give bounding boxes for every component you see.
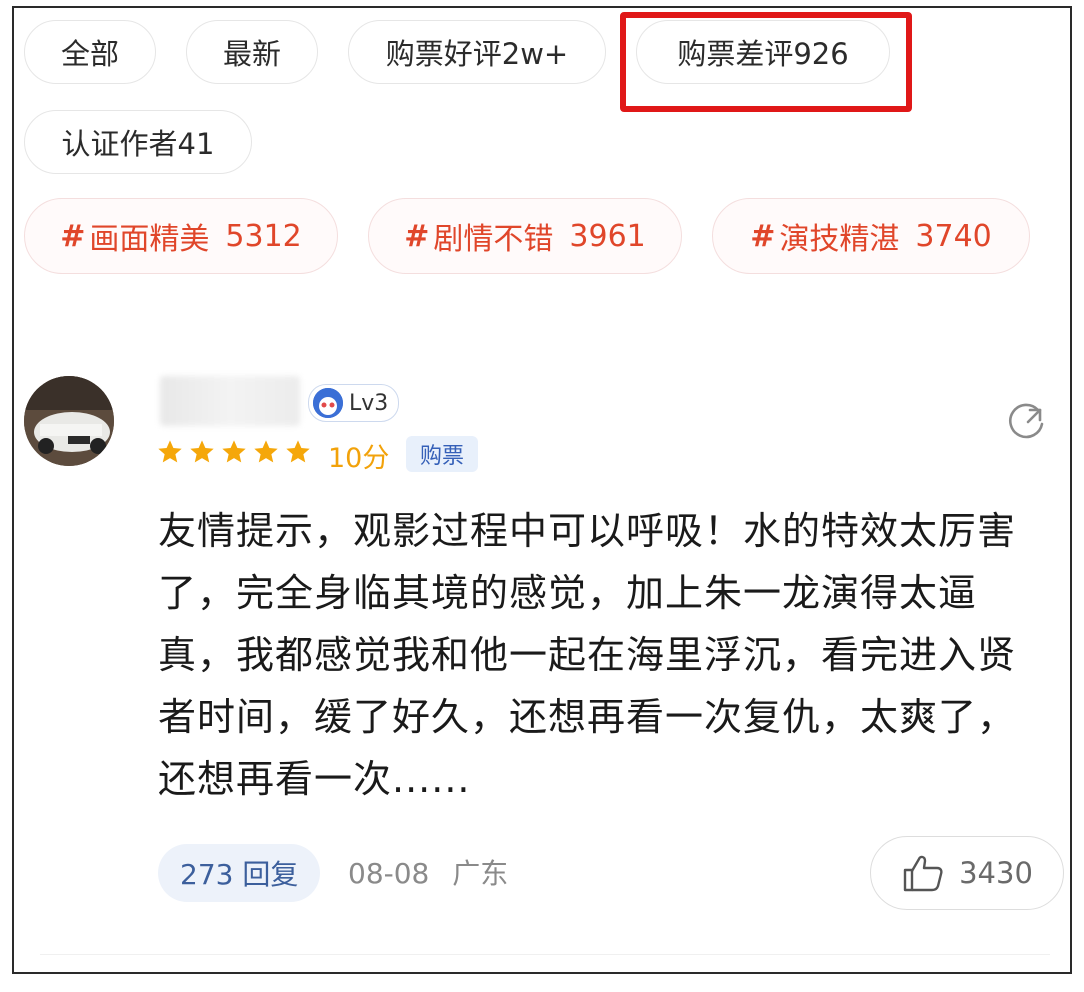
thumbs-up-icon: [903, 855, 943, 892]
review-meta: 08-08 广东: [348, 852, 508, 892]
star-icon: [158, 440, 182, 463]
filter-good-reviews-label: 购票好评2w+: [385, 37, 569, 71]
level-badge: Lv3: [308, 384, 400, 422]
level-face-icon: [313, 388, 343, 418]
level-text: Lv3: [349, 390, 389, 416]
purchase-badge-label: 购票: [420, 444, 465, 469]
star-icon: [190, 440, 214, 463]
review-text: 友情提示，观影过程中可以呼吸！水的特效太厉害了，完全身临其境的感觉，加上朱一龙演…: [158, 509, 1017, 801]
avatar[interactable]: [24, 376, 114, 466]
star-rating: [156, 438, 312, 466]
divider: [40, 954, 1050, 955]
reply-button[interactable]: 273 回复: [158, 844, 321, 902]
like-button[interactable]: 3430: [870, 836, 1064, 910]
like-count: 3430: [959, 856, 1033, 890]
star-icon: [286, 440, 310, 463]
score: 10分: [328, 443, 390, 474]
tag-visuals[interactable]: # 画面精美 5312: [24, 198, 338, 274]
username-blurred: [160, 376, 300, 426]
highlight-box: [620, 12, 912, 112]
tag-label: 画面精美: [89, 222, 210, 257]
tag-count: 3961: [569, 218, 646, 254]
filter-verified-authors[interactable]: 认证作者41: [24, 110, 252, 174]
hash-icon: #: [404, 218, 430, 254]
filter-latest[interactable]: 最新: [186, 20, 318, 84]
filter-all[interactable]: 全部: [24, 20, 156, 84]
tag-count: 3740: [915, 218, 992, 254]
share-icon[interactable]: [1008, 402, 1048, 442]
filter-latest-label: 最新: [222, 37, 281, 71]
filter-verified-authors-label: 认证作者41: [61, 127, 215, 161]
tag-plot[interactable]: # 剧情不错 3961: [368, 198, 682, 274]
tag-label: 剧情不错: [433, 222, 554, 257]
review-date: 08-08: [348, 857, 430, 890]
hash-icon: #: [750, 218, 776, 254]
star-icon: [254, 440, 278, 463]
review-location: 广东: [452, 857, 509, 890]
purchase-badge: 购票: [406, 436, 479, 472]
reply-count: 273 回复: [180, 858, 299, 891]
filter-good-reviews[interactable]: 购票好评2w+: [348, 20, 606, 84]
tag-acting[interactable]: # 演技精湛 3740: [712, 198, 1030, 274]
hash-icon: #: [60, 218, 86, 254]
tag-label: 演技精湛: [779, 222, 900, 257]
star-icon: [222, 440, 246, 463]
filter-all-label: 全部: [60, 37, 119, 71]
tag-count: 5312: [225, 218, 302, 254]
